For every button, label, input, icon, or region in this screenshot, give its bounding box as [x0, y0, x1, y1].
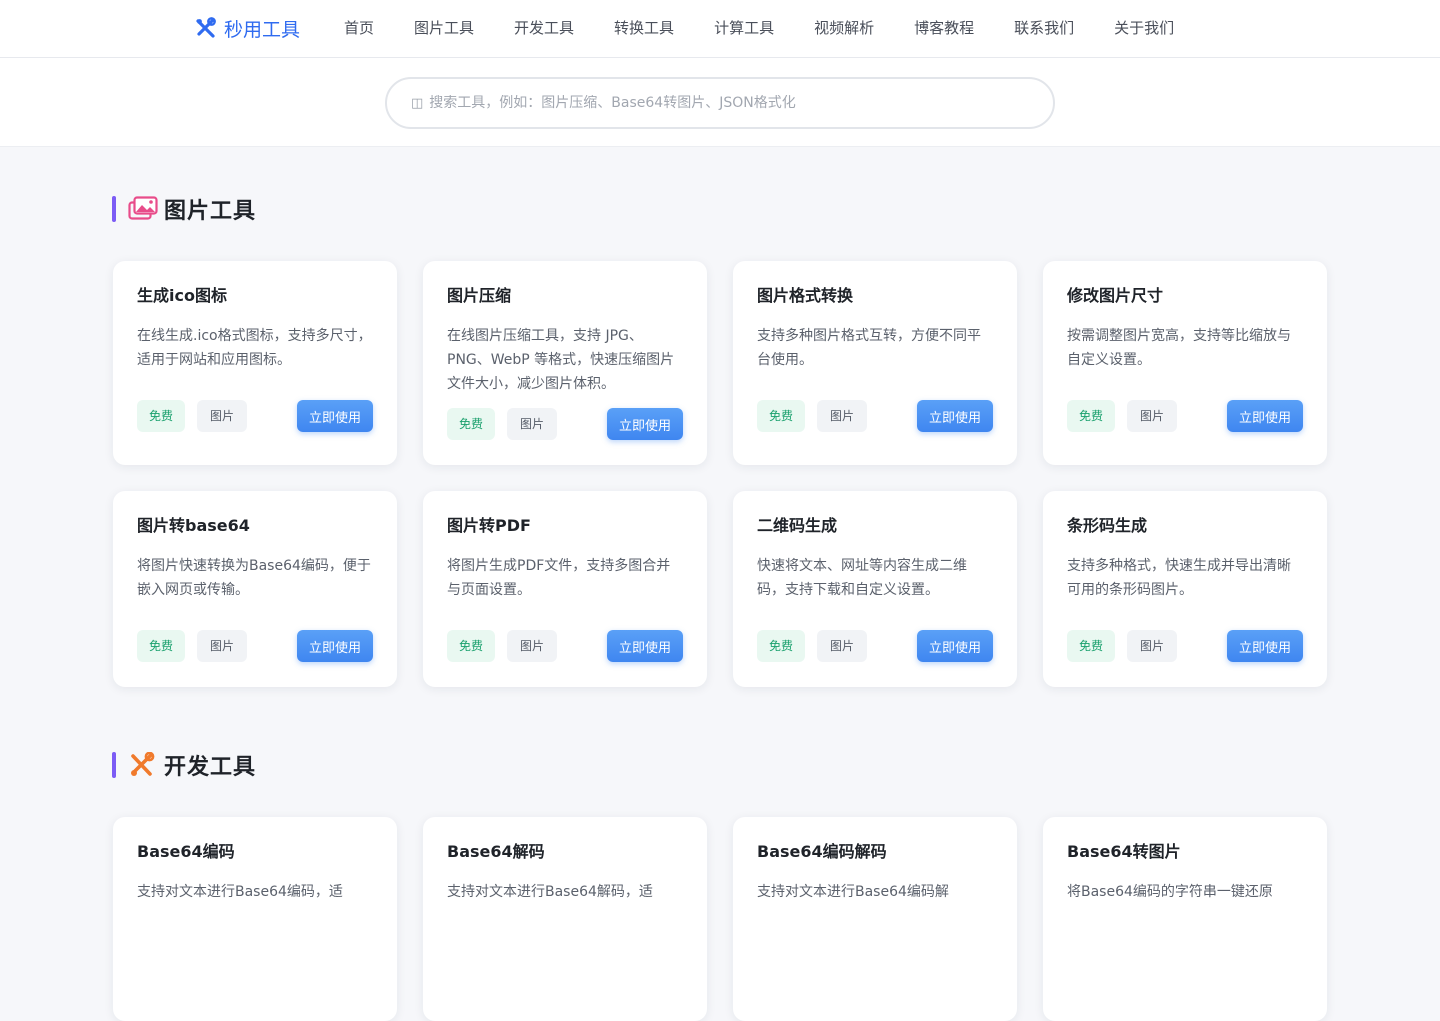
brand-logo[interactable]: 秒用工具 [194, 14, 300, 42]
card-title: Base64编码解码 [757, 842, 887, 861]
search-box[interactable]: ◫ [385, 77, 1055, 129]
card-title: 二维码生成 [757, 516, 838, 535]
card-footer: 免费 图片 立即使用 [757, 630, 993, 662]
card-title: Base64解码 [447, 842, 545, 861]
use-now-button[interactable]: 立即使用 [1226, 630, 1303, 662]
nav-convert-tools[interactable]: 转换工具 [614, 17, 674, 39]
brand-name: 秒用工具 [224, 18, 301, 41]
section-header-image-tools: 图片工具 [112, 195, 257, 224]
card-description: 支持多种图片格式互转，方便不同平台使用。 [757, 328, 981, 368]
use-now-button[interactable]: 立即使用 [296, 630, 373, 662]
dev-tools-grid: Base64编码 支持对文本进行Base64编码，适 Base64解码 支持对文… [113, 817, 1327, 1021]
card-description: 在线图片压缩工具，支持 JPG、PNG、WebP 等格式，快速压缩图片文件大小，… [447, 328, 675, 392]
card-footer: 免费 图片 立即使用 [757, 400, 993, 432]
image-tools-grid: 生成ico图标 在线生成.ico格式图标，支持多尺寸，适用于网站和应用图标。 免… [113, 261, 1327, 687]
card-title: 图片转PDF [447, 516, 531, 535]
search-input[interactable] [429, 95, 1030, 111]
nav-dev-tools[interactable]: 开发工具 [514, 17, 574, 39]
section-title: 图片工具 [164, 199, 257, 224]
category-badge: 图片 [817, 400, 868, 432]
category-badge: 图片 [1127, 630, 1178, 662]
images-icon [128, 196, 158, 220]
card-title: Base64编码 [137, 842, 235, 861]
use-now-button[interactable]: 立即使用 [916, 400, 993, 432]
category-badge: 图片 [1127, 400, 1178, 432]
category-badge: 图片 [817, 630, 868, 662]
tool-card-image-compress[interactable]: 图片压缩 在线图片压缩工具，支持 JPG、PNG、WebP 等格式，快速压缩图片… [423, 261, 707, 465]
tool-card-base64-encode[interactable]: Base64编码 支持对文本进行Base64编码，适 [113, 817, 397, 1021]
nav-calc-tools[interactable]: 计算工具 [714, 17, 774, 39]
free-badge: 免费 [137, 630, 186, 662]
card-title: 图片格式转换 [757, 286, 854, 305]
category-badge: 图片 [197, 630, 248, 662]
card-description: 将图片快速转换为Base64编码，便于嵌入网页或传输。 [137, 558, 371, 598]
card-footer: 免费 图片 立即使用 [447, 630, 683, 662]
card-title: 生成ico图标 [137, 286, 227, 305]
card-footer: 免费 图片 立即使用 [1067, 400, 1303, 432]
nav-video-parse[interactable]: 视频解析 [814, 17, 874, 39]
card-description: 支持对文本进行Base64编码，适 [137, 884, 343, 900]
tool-card-barcode[interactable]: 条形码生成 支持多种格式，快速生成并导出清晰可用的条形码图片。 免费 图片 立即… [1043, 491, 1327, 687]
card-title: 图片转base64 [137, 516, 250, 535]
tool-card-base64-encode-decode[interactable]: Base64编码解码 支持对文本进行Base64编码解 [733, 817, 1017, 1021]
free-badge: 免费 [447, 630, 496, 662]
card-description: 将Base64编码的字符串一键还原 [1067, 884, 1273, 900]
nav-blog[interactable]: 博客教程 [914, 17, 974, 39]
card-description: 支持对文本进行Base64编码解 [757, 884, 949, 900]
card-title: 图片压缩 [447, 286, 512, 305]
card-title: 条形码生成 [1067, 516, 1148, 535]
nav-about[interactable]: 关于我们 [1114, 17, 1174, 39]
free-badge: 免费 [137, 400, 186, 432]
card-title: Base64转图片 [1067, 842, 1181, 861]
tool-card-qrcode[interactable]: 二维码生成 快速将文本、网址等内容生成二维码，支持下载和自定义设置。 免费 图片… [733, 491, 1017, 687]
tool-card-image-format[interactable]: 图片格式转换 支持多种图片格式互转，方便不同平台使用。 免费 图片 立即使用 [733, 261, 1017, 465]
tool-card-image-resize[interactable]: 修改图片尺寸 按需调整图片宽高，支持等比缩放与自定义设置。 免费 图片 立即使用 [1043, 261, 1327, 465]
use-now-button[interactable]: 立即使用 [606, 408, 683, 440]
nav-home[interactable]: 首页 [344, 17, 374, 39]
nav-contact[interactable]: 联系我们 [1014, 17, 1074, 39]
card-footer: 免费 图片 立即使用 [447, 408, 683, 440]
tool-card-image-to-pdf[interactable]: 图片转PDF 将图片生成PDF文件，支持多图合并与页面设置。 免费 图片 立即使… [423, 491, 707, 687]
card-footer: 免费 图片 立即使用 [1067, 630, 1303, 662]
use-now-button[interactable]: 立即使用 [296, 400, 373, 432]
main-nav: 首页 图片工具 开发工具 转换工具 计算工具 视频解析 博客教程 联系我们 关于… [344, 17, 1214, 39]
card-description: 将图片生成PDF文件，支持多图合并与页面设置。 [447, 558, 671, 598]
tools-icon [196, 17, 216, 38]
category-badge: 图片 [507, 630, 558, 662]
search-area: ◫ [0, 58, 1440, 147]
use-now-button[interactable]: 立即使用 [1226, 400, 1303, 432]
search-icon: ◫ [411, 95, 424, 111]
free-badge: 免费 [757, 400, 806, 432]
section-header-dev-tools: 开发工具 [112, 751, 257, 780]
free-badge: 免费 [1067, 400, 1116, 432]
card-footer: 免费 图片 立即使用 [137, 400, 373, 432]
nav-image-tools[interactable]: 图片工具 [414, 17, 474, 39]
card-description: 支持对文本进行Base64解码，适 [447, 884, 653, 900]
tool-card-base64-decode[interactable]: Base64解码 支持对文本进行Base64解码，适 [423, 817, 707, 1021]
free-badge: 免费 [447, 408, 496, 440]
card-description: 按需调整图片宽高，支持等比缩放与自定义设置。 [1067, 328, 1291, 368]
card-footer: 免费 图片 立即使用 [137, 630, 373, 662]
free-badge: 免费 [757, 630, 806, 662]
card-description: 在线生成.ico格式图标，支持多尺寸，适用于网站和应用图标。 [137, 328, 372, 368]
section-accent-bar [112, 196, 116, 222]
section-title: 开发工具 [164, 755, 257, 780]
tool-card-image-to-base64[interactable]: 图片转base64 将图片快速转换为Base64编码，便于嵌入网页或传输。 免费… [113, 491, 397, 687]
free-badge: 免费 [1067, 630, 1116, 662]
card-title: 修改图片尺寸 [1067, 286, 1164, 305]
use-now-button[interactable]: 立即使用 [606, 630, 683, 662]
top-navbar: 秒用工具 首页 图片工具 开发工具 转换工具 计算工具 视频解析 博客教程 联系… [0, 0, 1440, 58]
card-description: 支持多种格式，快速生成并导出清晰可用的条形码图片。 [1067, 558, 1291, 598]
tools-icon [131, 752, 155, 776]
tool-card-base64-to-image[interactable]: Base64转图片 将Base64编码的字符串一键还原 [1043, 817, 1327, 1021]
section-accent-bar [112, 752, 116, 778]
category-badge: 图片 [197, 400, 248, 432]
card-description: 快速将文本、网址等内容生成二维码，支持下载和自定义设置。 [757, 558, 967, 598]
use-now-button[interactable]: 立即使用 [916, 630, 993, 662]
tool-card-ico[interactable]: 生成ico图标 在线生成.ico格式图标，支持多尺寸，适用于网站和应用图标。 免… [113, 261, 397, 465]
category-badge: 图片 [507, 408, 558, 440]
